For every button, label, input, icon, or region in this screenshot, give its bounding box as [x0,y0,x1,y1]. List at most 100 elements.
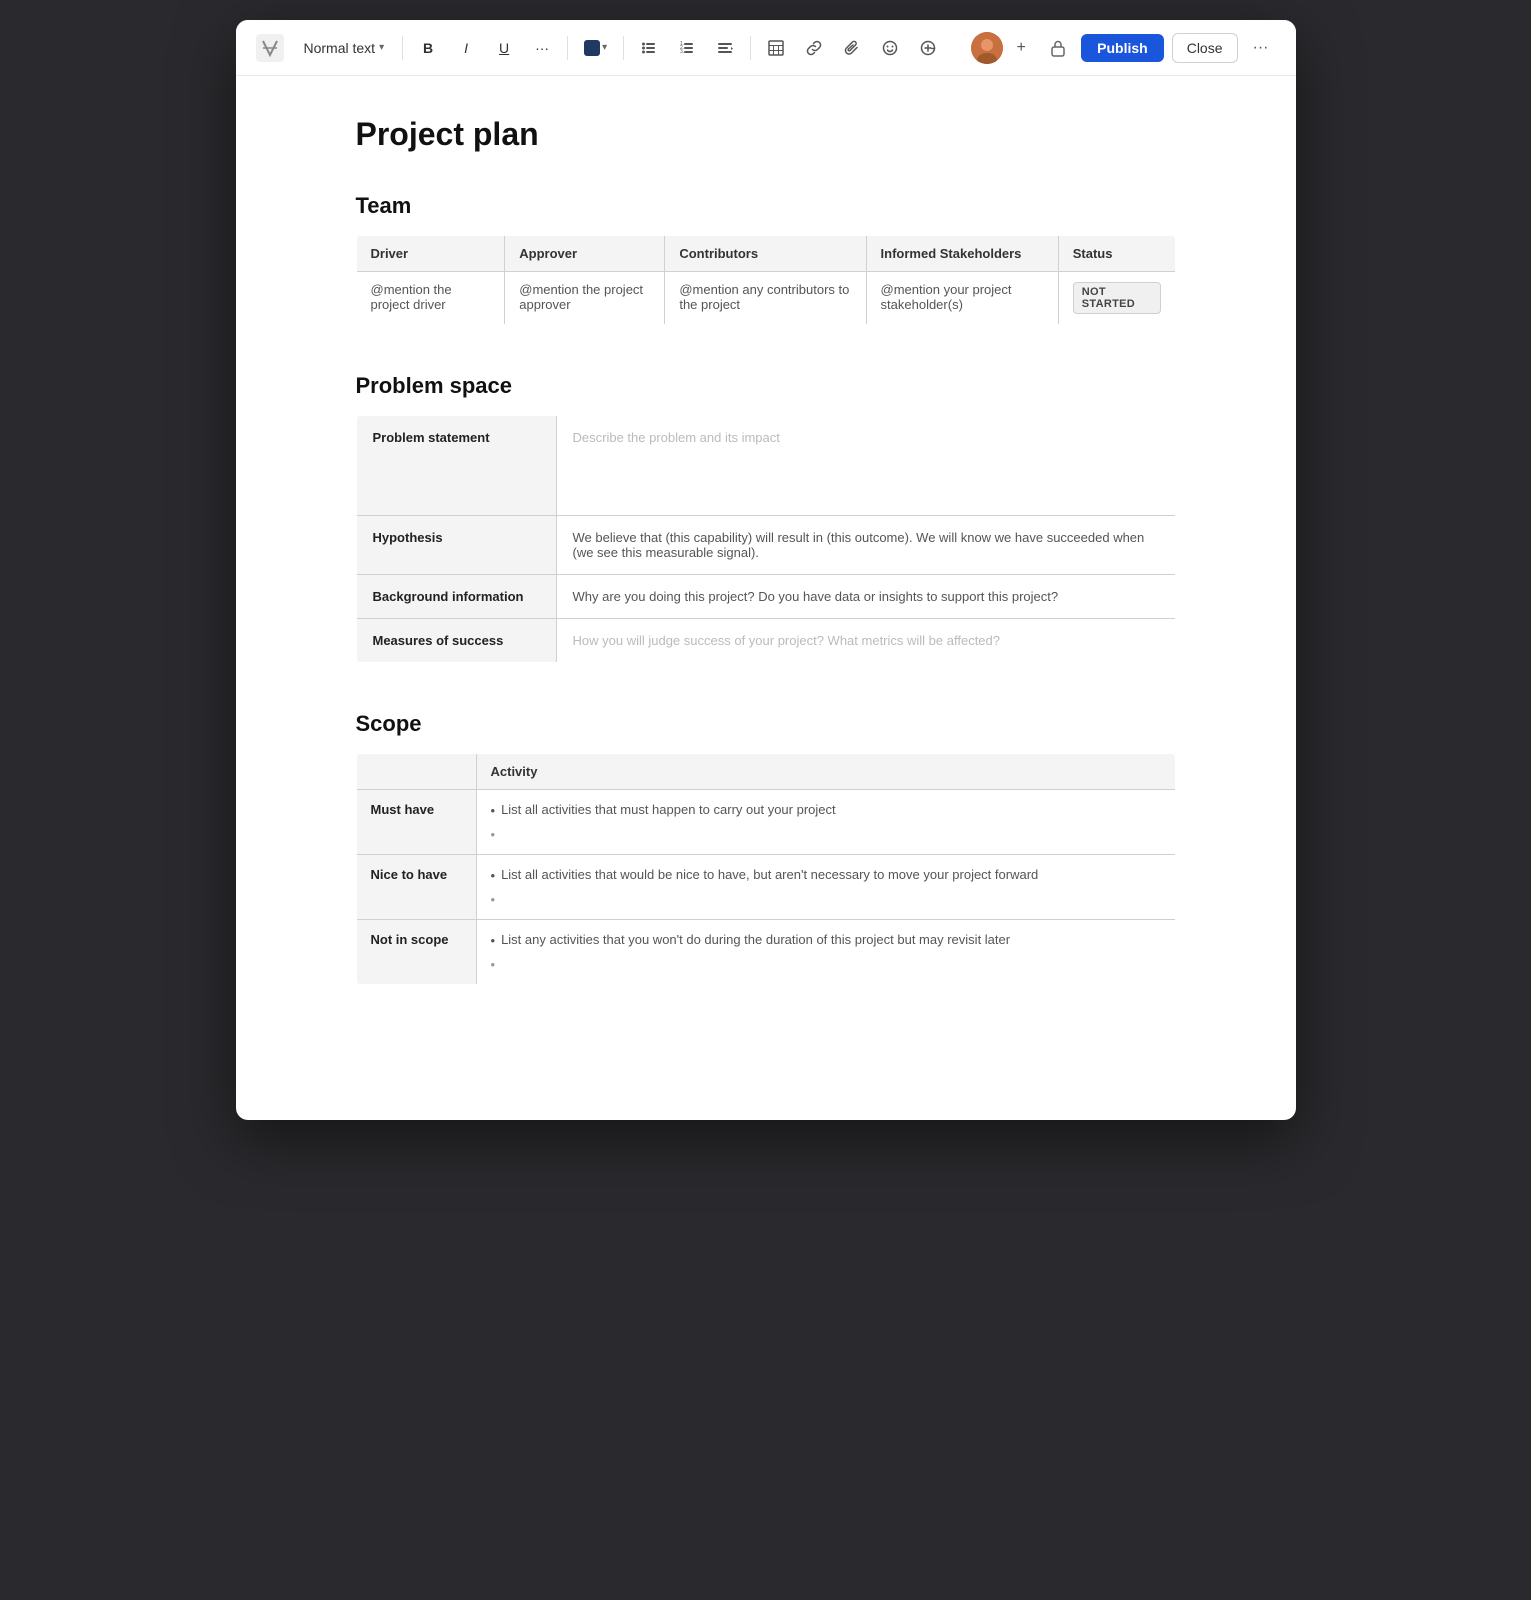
scope-activity-header: Activity [476,754,1175,790]
text-style-selector[interactable]: Normal text ▾ [296,36,393,60]
bullet-icon: • [491,827,496,842]
color-swatch [584,40,600,56]
problem-statement-cell[interactable]: Describe the problem and its impact [556,416,1175,516]
bullet-icon: • [491,892,496,907]
list-item: • [491,956,1161,972]
list-item: • [491,891,1161,907]
problem-section-title: Problem space [356,373,1176,399]
team-stakeholders-cell[interactable]: @mention your project stakeholder(s) [866,272,1058,325]
bullet-icon: • [491,933,496,948]
hypothesis-cell[interactable]: We believe that (this capability) will r… [556,516,1175,575]
italic-button[interactable]: I [451,33,481,63]
measures-label: Measures of success [356,619,556,663]
table-row: Background information Why are you doing… [356,575,1175,619]
color-button[interactable]: ▾ [578,36,613,60]
team-table-header-row: Driver Approver Contributors Informed St… [356,236,1175,272]
attachment-button[interactable] [837,33,867,63]
scope-header-row: Activity [356,754,1175,790]
color-chevron-icon: ▾ [602,42,607,53]
text-style-label: Normal text [304,40,376,56]
logo-icon[interactable] [256,34,284,62]
team-section: Team Driver Approver Contributors Inform… [356,193,1176,325]
insert-button[interactable] [913,33,943,63]
team-contributors-cell[interactable]: @mention any contributors to the project [665,272,866,325]
table-button[interactable] [761,33,791,63]
divider-1 [402,36,403,60]
overflow-menu-button[interactable]: ··· [1246,33,1276,63]
list-item: • List any activities that you won't do … [491,932,1161,948]
bold-button[interactable]: B [413,33,443,63]
not-in-scope-cell[interactable]: • List any activities that you won't do … [476,920,1175,985]
editor-content: Project plan Team Driver Approver Contri… [236,76,1296,1093]
nice-to-have-text: List all activities that would be nice t… [501,867,1038,882]
team-col-contributors: Contributors [665,236,866,272]
background-cell[interactable]: Why are you doing this project? Do you h… [556,575,1175,619]
table-row: Problem statement Describe the problem a… [356,416,1175,516]
not-in-scope-label: Not in scope [356,920,476,985]
must-have-label: Must have [356,790,476,855]
bullet-icon: • [491,803,496,818]
background-label: Background information [356,575,556,619]
background-text: Why are you doing this project? Do you h… [573,589,1059,604]
chevron-down-icon: ▾ [379,42,384,53]
lock-icon[interactable] [1043,33,1073,63]
must-have-cell[interactable]: • List all activities that must happen t… [476,790,1175,855]
hypothesis-label: Hypothesis [356,516,556,575]
bullet-icon: • [491,957,496,972]
team-approver-cell[interactable]: @mention the project approver [505,272,665,325]
table-row: Not in scope • List any activities that … [356,920,1175,985]
divider-4 [750,36,751,60]
align-button[interactable] [710,33,740,63]
team-table: Driver Approver Contributors Informed St… [356,235,1176,325]
bullet-list-button[interactable] [634,33,664,63]
status-badge: NOT STARTED [1073,282,1161,314]
publish-button[interactable]: Publish [1081,34,1164,62]
team-col-approver: Approver [505,236,665,272]
hypothesis-text: We believe that (this capability) will r… [573,530,1145,560]
toolbar-right: + Publish Close ··· [971,32,1275,64]
team-col-status: Status [1058,236,1175,272]
editor-window: Normal text ▾ B I U ··· ▾ 1.2.3. [236,20,1296,1120]
not-in-scope-text: List any activities that you won't do du… [501,932,1010,947]
team-col-driver: Driver [356,236,505,272]
close-button[interactable]: Close [1172,33,1238,63]
divider-2 [567,36,568,60]
problem-statement-placeholder: Describe the problem and its impact [573,430,780,445]
toolbar: Normal text ▾ B I U ··· ▾ 1.2.3. [236,20,1296,76]
team-status-cell[interactable]: NOT STARTED [1058,272,1175,325]
team-col-stakeholders: Informed Stakeholders [866,236,1058,272]
more-format-button[interactable]: ··· [527,33,557,63]
nice-to-have-cell[interactable]: • List all activities that would be nice… [476,855,1175,920]
list-item: • [491,826,1161,842]
table-row: Measures of success How you will judge s… [356,619,1175,663]
table-row: Must have • List all activities that mus… [356,790,1175,855]
divider-3 [623,36,624,60]
nice-to-have-label: Nice to have [356,855,476,920]
team-section-title: Team [356,193,1176,219]
problem-section: Problem space Problem statement Describe… [356,373,1176,663]
list-item: • List all activities that would be nice… [491,867,1161,883]
must-have-text: List all activities that must happen to … [501,802,836,817]
page-title[interactable]: Project plan [356,116,1176,153]
numbered-list-button[interactable]: 1.2.3. [672,33,702,63]
avatar[interactable] [971,32,1003,64]
measures-placeholder: How you will judge success of your proje… [573,633,1001,648]
emoji-button[interactable] [875,33,905,63]
add-collaborator-button[interactable]: + [1007,34,1035,62]
problem-table: Problem statement Describe the problem a… [356,415,1176,663]
problem-statement-label: Problem statement [356,416,556,516]
avatar-container: + [971,32,1035,64]
bullet-icon: • [491,868,496,883]
underline-button[interactable]: U [489,33,519,63]
table-row: Hypothesis We believe that (this capabil… [356,516,1175,575]
team-driver-cell[interactable]: @mention the project driver [356,272,505,325]
scope-empty-header [356,754,476,790]
measures-cell[interactable]: How you will judge success of your proje… [556,619,1175,663]
avatar-image [971,32,1003,64]
list-item: • List all activities that must happen t… [491,802,1161,818]
scope-section-title: Scope [356,711,1176,737]
scope-table: Activity Must have • List all activities… [356,753,1176,985]
table-row: @mention the project driver @mention the… [356,272,1175,325]
link-button[interactable] [799,33,829,63]
svg-text:3.: 3. [680,49,684,55]
